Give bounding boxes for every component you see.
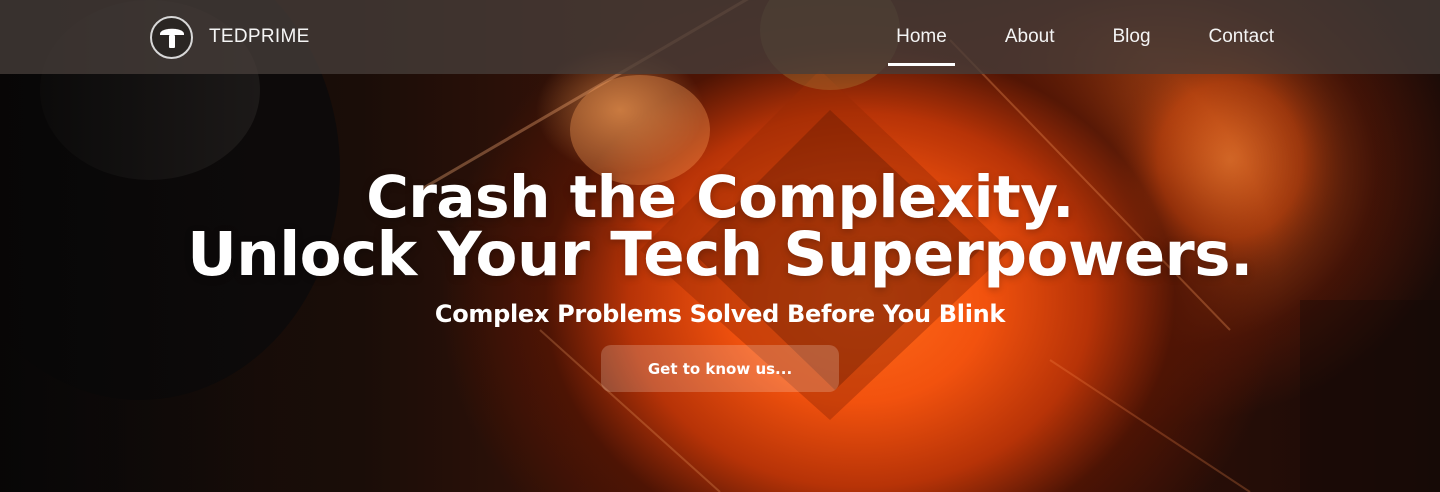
- headline-line-2: Unlock Your Tech Superpowers.: [187, 219, 1253, 290]
- hero-section: TEDPRIME Home About Blog Contact Crash t…: [0, 0, 1440, 492]
- main-nav: Home About Blog Contact: [846, 0, 1282, 74]
- brand-name: TEDPRIME: [209, 26, 310, 47]
- get-to-know-us-button[interactable]: Get to know us...: [601, 345, 839, 392]
- hero-subheadline: Complex Problems Solved Before You Blink: [434, 300, 1006, 328]
- t-mushroom-logo-icon: [150, 15, 193, 59]
- hero-headline: Crash the Complexity. Unlock Your Tech S…: [0, 163, 1440, 290]
- nav-home[interactable]: Home: [888, 0, 955, 74]
- navbar: TEDPRIME Home About Blog Contact: [0, 0, 1440, 74]
- nav-about[interactable]: About: [997, 0, 1063, 74]
- brand[interactable]: TEDPRIME: [150, 15, 310, 59]
- nav-blog[interactable]: Blog: [1104, 0, 1158, 74]
- headline-line-1: Crash the Complexity.: [366, 163, 1074, 231]
- nav-contact[interactable]: Contact: [1201, 0, 1282, 74]
